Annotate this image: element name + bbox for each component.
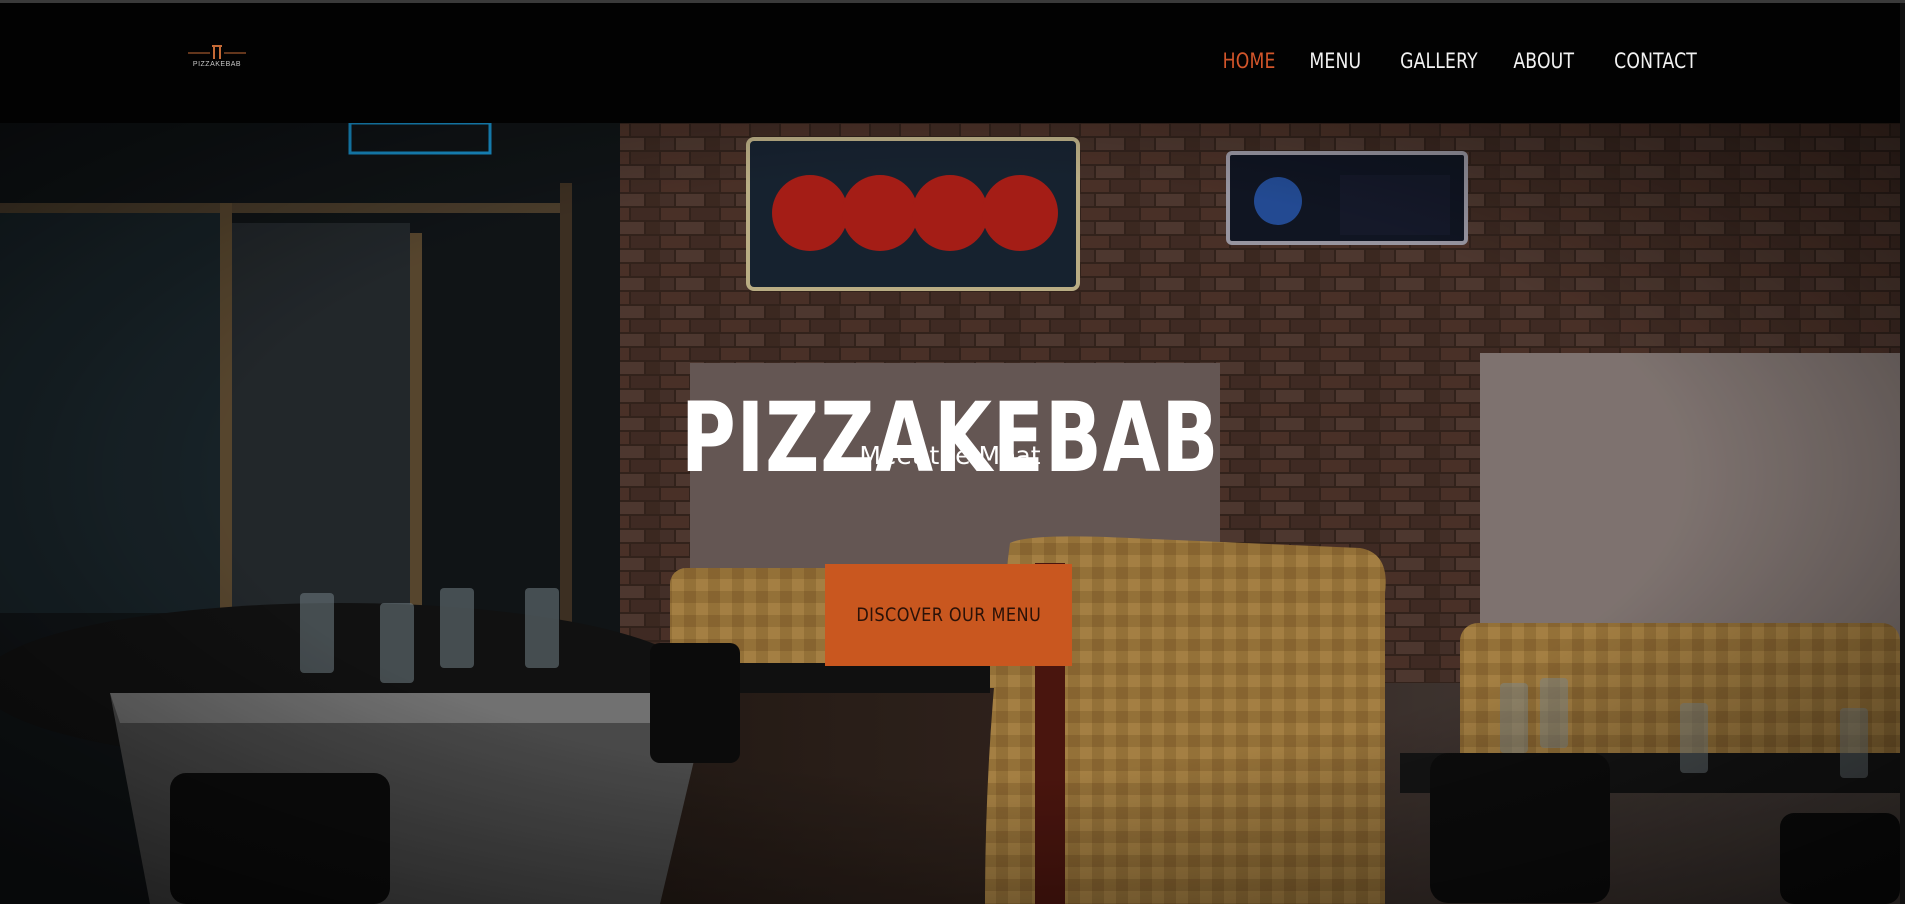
nav-about[interactable]: ABOUT [1513,49,1574,73]
logo-text: PIZZAKEBAB [192,61,242,68]
hero-background-image [0,123,1900,904]
discover-menu-button[interactable]: DISCOVER OUR MENU [825,564,1072,666]
site-logo[interactable]: PIZZAKEBAB [188,41,246,81]
hero-title: PIZZAKEBAB [680,382,1220,495]
site-header: PIZZAKEBAB HOME MENU GALLERY ABOUT CONTA… [0,3,1900,123]
nav-home[interactable]: HOME [1223,49,1276,73]
discover-menu-button-label: DISCOVER OUR MENU [856,604,1041,626]
hero-section: PIZZAKEBAB Meet the Meat DISCOVER OUR ME… [0,123,1900,904]
page-scrollbar[interactable] [1900,3,1905,904]
nav-contact[interactable]: CONTACT [1614,49,1697,73]
fork-knife-icon [188,45,246,59]
nav-menu[interactable]: MENU [1309,49,1361,73]
nav-gallery[interactable]: GALLERY [1400,49,1478,73]
main-nav: HOME MENU GALLERY ABOUT CONTACT [1211,49,1697,73]
hero-subtitle: Meet the Meat [859,441,1041,470]
